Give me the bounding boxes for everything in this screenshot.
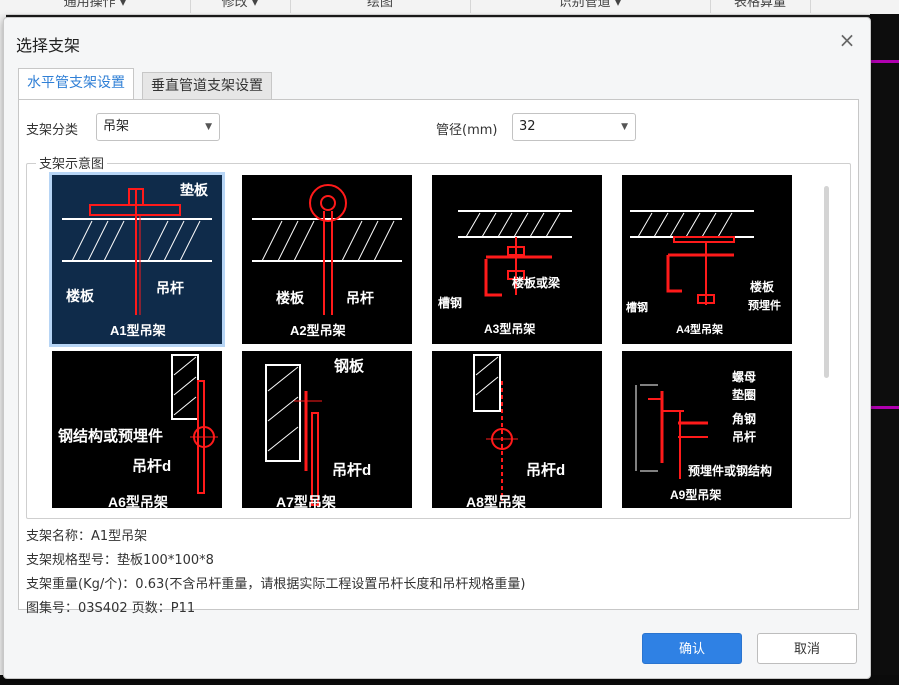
thumbnail-caption: A6型吊架 <box>108 494 168 508</box>
canvas-pipe-line <box>870 406 899 409</box>
support-type-label: 支架分类 <box>26 123 79 138</box>
thumbnail-scrollbar-thumb[interactable] <box>824 186 829 378</box>
support-thumbnail-a4[interactable]: 楼板 槽钢 预埋件 A4型吊架 <box>622 175 792 344</box>
tab-vertical-pipe-support[interactable]: 垂直管道支架设置 <box>142 72 272 99</box>
pipe-diameter-select[interactable]: 32 ▼ <box>512 113 636 141</box>
support-atlas: 图集号：03S402 页数：P11 <box>26 601 196 616</box>
toolbar-item-identify-pipe[interactable]: 识别管道 ▾ <box>470 0 711 13</box>
toolbar-item-common[interactable]: 通用操作 ▾ <box>0 0 191 13</box>
diagram-label-embedded: 预埋件 <box>748 298 781 312</box>
diagram-label-steel-plate: 钢板 <box>334 357 365 375</box>
diagram-label-angle-steel: 角钢 <box>732 411 756 426</box>
support-type-value: 吊架 <box>103 119 130 134</box>
diagram-label-pad: 垫板 <box>180 182 209 198</box>
diagram-label-rod: 吊杆d <box>526 461 565 479</box>
diagram-label-rod: 吊杆 <box>346 290 374 306</box>
thumbnail-caption: A4型吊架 <box>676 322 723 336</box>
tab-horizontal-pipe-support[interactable]: 水平管支架设置 <box>18 68 134 99</box>
thumbnail-caption: A7型吊架 <box>276 494 336 508</box>
pipe-diameter-label: 管径(mm) <box>436 123 498 138</box>
canvas-pipe-line <box>870 60 899 63</box>
support-thumbnail-a9[interactable]: 螺母 垫圈 角钢 吊杆 预埋件或钢结构 A9型吊架 <box>622 351 792 508</box>
diagram-label-rod: 吊杆 <box>156 280 184 296</box>
diagram-label-rod: 吊杆d <box>332 461 371 479</box>
thumbnail-caption: A3型吊架 <box>484 321 535 336</box>
thumbnail-caption: A8型吊架 <box>466 494 526 508</box>
support-name: 支架名称：A1型吊架 <box>26 529 148 544</box>
cancel-button[interactable]: 取消 <box>757 633 857 664</box>
app-canvas <box>870 14 899 685</box>
support-spec: 支架规格型号：垫板100*100*8 <box>26 553 214 568</box>
diagram-label-channel: 槽钢 <box>438 295 462 310</box>
diagram-label-channel: 槽钢 <box>626 300 648 314</box>
toolbar-item-table-calc[interactable]: 表格算量 <box>710 0 811 13</box>
diagram-label-rod: 吊杆d <box>132 457 171 475</box>
dialog-title: 选择支架 <box>16 36 81 55</box>
diagram-label-slab: 楼板 <box>66 288 95 304</box>
diagram-label-washer: 垫圈 <box>732 387 756 402</box>
diagram-label-embedded-steel: 预埋件或钢结构 <box>688 463 772 478</box>
support-thumbnail-a7[interactable]: 钢板 吊杆d A7型吊架 <box>242 351 412 508</box>
diagram-label-slab: 楼板 <box>750 279 775 294</box>
thumbnail-caption: A1型吊架 <box>110 323 166 338</box>
support-thumbnail-a1[interactable]: 垫板 楼板 吊杆 A1型吊架 <box>49 172 225 347</box>
toolbar-item-modify[interactable]: 修改 ▾ <box>190 0 291 13</box>
diagram-label-nut: 螺母 <box>732 369 756 384</box>
support-thumbnail-a8[interactable]: 吊杆d A8型吊架 <box>432 351 602 508</box>
support-thumbnail-a2[interactable]: 楼板 吊杆 A2型吊架 <box>242 175 412 344</box>
diagram-label-slab-beam: 楼板或梁 <box>512 275 560 290</box>
support-diagram-group-label: 支架示意图 <box>36 153 108 172</box>
support-thumbnail-a6[interactable]: 钢结构或预埋件 吊杆d A6型吊架 <box>52 351 222 508</box>
confirm-button[interactable]: 确认 <box>642 633 742 664</box>
thumbnail-caption: A9型吊架 <box>670 487 721 502</box>
support-weight: 支架重量(Kg/个)：0.63(不含吊杆重量，请根据实际工程设置吊杆长度和吊杆规… <box>26 577 526 592</box>
chevron-down-icon: ▼ <box>621 122 628 132</box>
chevron-down-icon: ▼ <box>205 122 212 132</box>
thumbnail-caption: A2型吊架 <box>290 323 346 338</box>
diagram-label-rod: 吊杆 <box>732 429 756 444</box>
support-thumbnail-a3[interactable]: 楼板或梁 槽钢 A3型吊架 <box>432 175 602 344</box>
diagram-label-steel: 钢结构或预埋件 <box>58 427 163 445</box>
diagram-label-slab: 楼板 <box>276 290 305 306</box>
pipe-diameter-value: 32 <box>519 119 536 134</box>
toolbar-item-draw[interactable]: 绘图 <box>290 0 471 13</box>
support-type-select[interactable]: 吊架 ▼ <box>96 113 220 141</box>
app-toolbar: 通用操作 ▾ 修改 ▾ 绘图 识别管道 ▾ 表格算量 <box>0 0 899 15</box>
close-icon[interactable]: × <box>837 30 857 50</box>
select-support-dialog: 选择支架 × 水平管支架设置 垂直管道支架设置 支架分类 吊架 ▼ 管径(mm)… <box>3 17 871 679</box>
